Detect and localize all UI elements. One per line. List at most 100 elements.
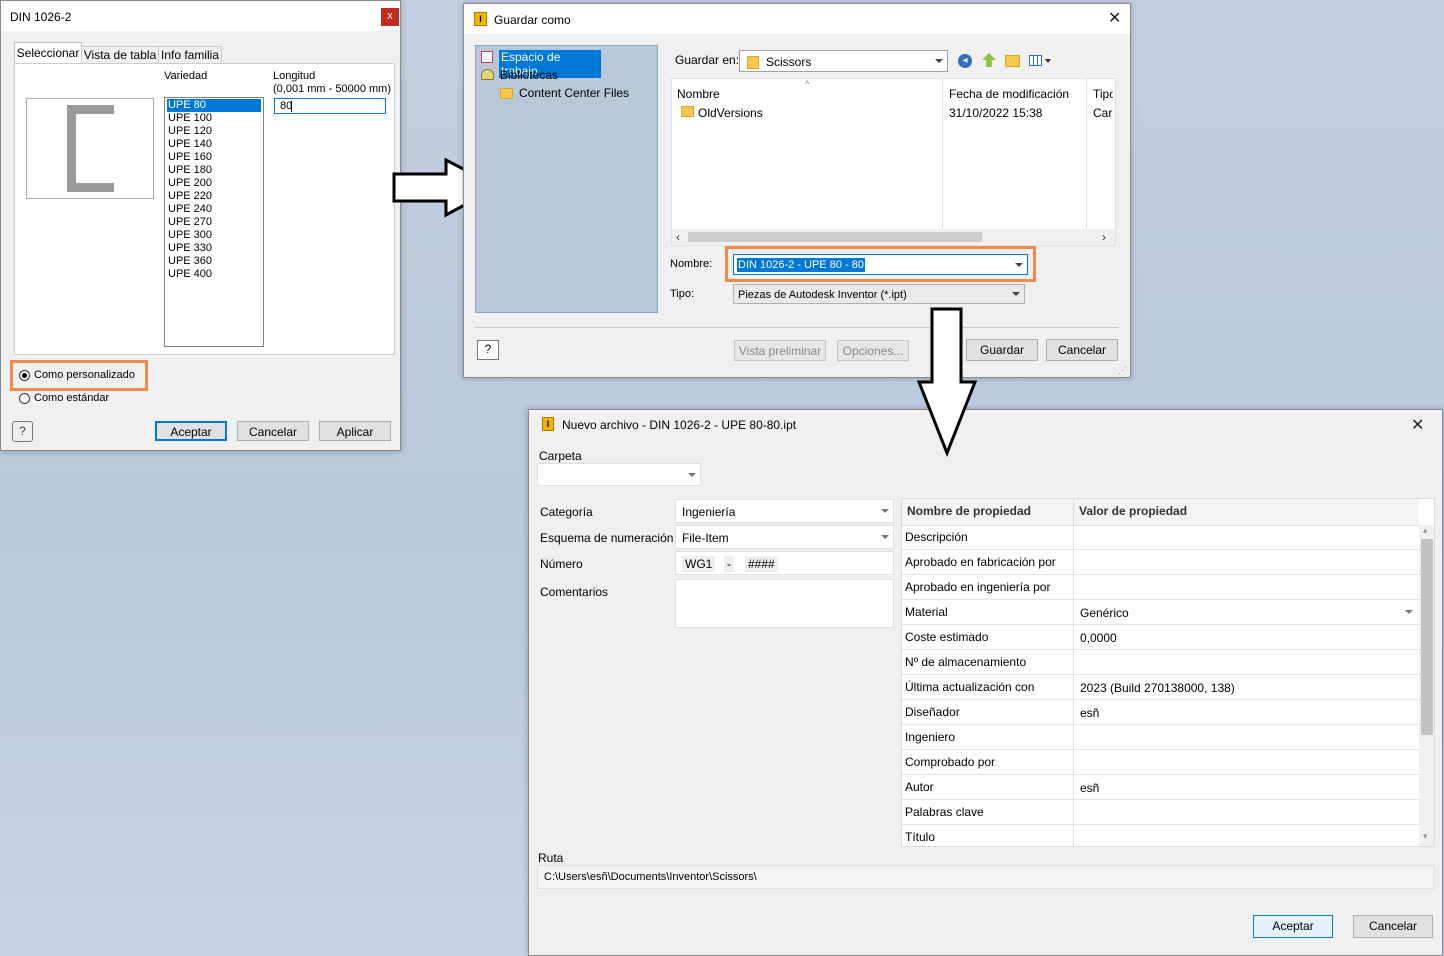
scroll-up-icon[interactable]: ▴	[1423, 525, 1428, 536]
scroll-thumb[interactable]	[688, 232, 982, 242]
aceptar-button[interactable]: Aceptar	[155, 421, 227, 441]
type-combo[interactable]: Piezas de Autodesk Inventor (*.ipt)	[733, 284, 1025, 304]
property-row[interactable]: Coste estimado 0,0000	[902, 625, 1419, 650]
save-in-combo[interactable]: Scissors	[739, 50, 948, 72]
col-fecha[interactable]: Fecha de modificación	[949, 87, 1069, 101]
save-title: Guardar como	[494, 13, 571, 27]
property-name: Descripción	[905, 530, 968, 544]
longitud-input[interactable]: 80	[274, 98, 386, 114]
aceptar-button[interactable]: Aceptar	[1253, 915, 1333, 938]
col-nombre[interactable]: Nombre	[677, 87, 720, 101]
variedad-list[interactable]: UPE 80 UPE 100 UPE 120 UPE 140 UPE 160 UPE 18…	[164, 97, 264, 347]
variedad-item[interactable]: UPE 330	[167, 242, 261, 255]
radio-label: Como estándar	[34, 392, 110, 404]
numero-mask: ####	[745, 556, 778, 572]
help-button[interactable]: ?	[12, 421, 33, 442]
button-label: Aceptar	[1272, 919, 1314, 933]
opciones-button[interactable]: Opciones...	[837, 340, 909, 361]
place-espacio-de-trabajo[interactable]: Espacio de trabajo	[481, 50, 601, 78]
cancelar-button[interactable]: Cancelar	[237, 421, 309, 441]
property-row[interactable]: Aprobado en fabricación por	[902, 550, 1419, 575]
place-bibliotecas[interactable]: Bibliotecas	[481, 68, 601, 83]
variedad-item[interactable]: UPE 180	[167, 164, 261, 177]
file-date: 31/10/2022 15:38	[949, 106, 1043, 120]
view-dropdown-icon[interactable]	[1045, 59, 1051, 63]
scroll-left-icon[interactable]: ‹	[676, 230, 680, 244]
property-row[interactable]: Aprobado en ingeniería por	[902, 575, 1419, 600]
property-row[interactable]: Nº de almacenamiento	[902, 650, 1419, 675]
property-row[interactable]: Palabras clave	[902, 800, 1419, 825]
scroll-thumb[interactable]	[1421, 539, 1433, 735]
inventor-icon: I	[474, 12, 487, 26]
variedad-item[interactable]: UPE 270	[167, 216, 261, 229]
variedad-item[interactable]: UPE 240	[167, 203, 261, 216]
property-row[interactable]: Diseñador esñ	[902, 700, 1419, 725]
variedad-item[interactable]: UPE 200	[167, 177, 261, 190]
variedad-item[interactable]: UPE 300	[167, 229, 261, 242]
categoria-combo[interactable]: Ingeniería	[675, 499, 894, 523]
tab-vista-de-tabla[interactable]: Vista de tabla	[81, 46, 159, 64]
variedad-item[interactable]: UPE 220	[167, 190, 261, 203]
property-name: Ingeniero	[905, 730, 956, 744]
resize-grip-icon[interactable]: ⋰	[1118, 365, 1127, 376]
comentarios-field[interactable]	[675, 579, 894, 628]
scroll-down-icon[interactable]: ▾	[1423, 831, 1428, 842]
folder-icon	[500, 88, 513, 99]
library-icon	[481, 69, 494, 80]
variedad-item[interactable]: UPE 360	[167, 255, 261, 268]
tab-info-familia[interactable]: Info familia	[158, 46, 222, 64]
scroll-right-icon[interactable]: ›	[1102, 230, 1106, 244]
variedad-item[interactable]: UPE 400	[167, 268, 261, 281]
variedad-item[interactable]: UPE 140	[167, 138, 261, 151]
property-name: Palabras clave	[905, 805, 984, 819]
variedad-item[interactable]: UPE 100	[167, 112, 261, 125]
property-row[interactable]: Material Genérico	[902, 600, 1419, 625]
close-icon: x	[387, 10, 393, 22]
file-row[interactable]: OldVersions 31/10/2022 15:38 Carp	[672, 104, 1115, 120]
place-label: Content Center Files	[519, 86, 630, 100]
property-row[interactable]: Última actualización con 2023 (Build 2701…	[902, 675, 1419, 700]
places-panel: Espacio de trabajo Bibliotecas Content C…	[475, 45, 658, 313]
name-combo[interactable]: DIN 1026-2 - UPE 80 - 80	[733, 254, 1028, 275]
property-row[interactable]: Ingeniero	[902, 725, 1419, 750]
cancelar-button[interactable]: Cancelar	[1046, 339, 1118, 361]
close-icon[interactable]: ✕	[1108, 8, 1121, 28]
col-tipo[interactable]: Tipo	[1093, 87, 1113, 101]
h-scrollbar[interactable]: ‹ ›	[672, 229, 1115, 245]
aplicar-button[interactable]: Aplicar	[319, 421, 391, 441]
radio-como-personalizado[interactable]: Como personalizado	[19, 369, 139, 383]
type-label: Tipo:	[670, 288, 695, 300]
carpeta-combo[interactable]	[537, 463, 701, 486]
property-row[interactable]: Comprobado por	[902, 750, 1419, 775]
chevron-down-icon[interactable]	[1405, 610, 1413, 614]
property-name: Nº de almacenamiento	[905, 655, 1027, 669]
variedad-item[interactable]: UPE 160	[167, 151, 261, 164]
property-row[interactable]: Descripción	[902, 525, 1419, 550]
back-icon[interactable]: ◂	[958, 54, 972, 68]
cancelar-button[interactable]: Cancelar	[1353, 915, 1433, 938]
variedad-item[interactable]: UPE 120	[167, 125, 261, 138]
v-scrollbar[interactable]: ▴ ▾	[1419, 525, 1434, 846]
esquema-combo[interactable]: File-Item	[675, 525, 894, 549]
up-folder-icon[interactable]	[982, 53, 996, 67]
close-button[interactable]: x	[381, 8, 399, 26]
property-row[interactable]: Autor esñ	[902, 775, 1419, 800]
numero-field[interactable]: WG1 - ####	[675, 551, 894, 575]
tab-seleccionar[interactable]: Seleccionar	[14, 42, 82, 65]
categoria-label: Categoría	[540, 505, 593, 519]
ruta-label: Ruta	[538, 851, 564, 865]
close-icon[interactable]: ✕	[1411, 415, 1424, 435]
place-content-center-files[interactable]: Content Center Files	[500, 86, 650, 101]
new-folder-icon[interactable]	[1005, 55, 1020, 67]
vista-preliminar-button[interactable]: Vista preliminar	[734, 340, 826, 361]
help-button[interactable]: ?	[477, 340, 499, 360]
property-name: Material	[905, 605, 948, 619]
name-label: Nombre:	[670, 258, 713, 270]
button-label: Aceptar	[170, 425, 212, 439]
view-menu-icon[interactable]	[1029, 55, 1042, 66]
save-in-value: Scissors	[766, 55, 812, 69]
file-list: ^ Nombre Fecha de modificación Tipo OldV…	[671, 78, 1116, 246]
property-row[interactable]: Título	[902, 825, 1419, 846]
variedad-item[interactable]: UPE 80	[167, 99, 261, 112]
radio-como-estandar[interactable]: Como estándar	[19, 392, 139, 406]
